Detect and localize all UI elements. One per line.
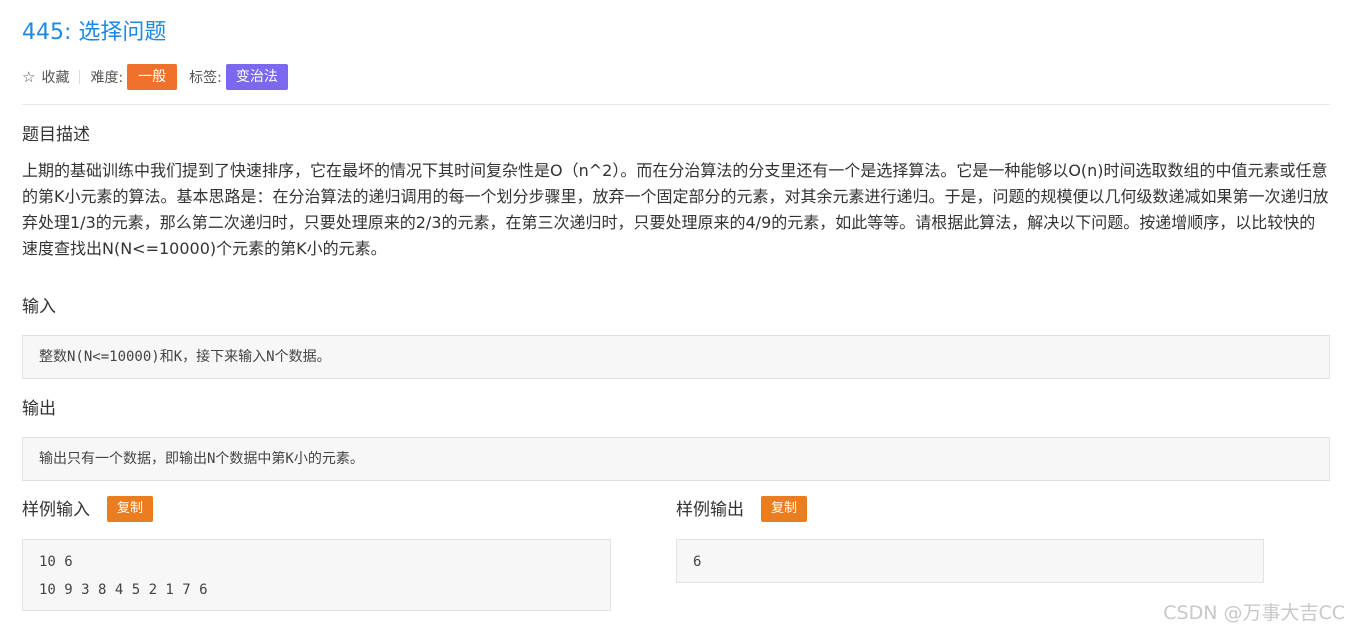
description-heading: 题目描述 [22,125,90,145]
description-text: 上期的基础训练中我们提到了快速排序，它在最坏的情况下其时间复杂性是O（n^2）。… [22,161,1329,258]
difficulty-badge: 一般 [127,64,178,90]
divider [79,70,81,84]
watermark: CSDN @万事大吉CC [1163,602,1345,624]
tags-label: 标签: [189,70,222,86]
output-box: 输出只有一个数据，即输出N个数据中第K小的元素。 [22,437,1330,481]
copy-sample-input-button[interactable]: 复制 [107,496,154,522]
output-text: 输出只有一个数据，即输出N个数据中第K小的元素。 [39,451,364,467]
problem-title: 445: 选择问题 [22,20,167,45]
star-icon[interactable]: ☆ [22,68,35,86]
sample-input-line: 10 6 [39,554,73,570]
problem-meta-bar: ☆ 收藏 难度: 一般 标签: 变治法 [22,64,288,90]
sample-output-box: 6 [676,539,1264,583]
sample-output-line: 6 [693,554,702,570]
sample-output-heading: 样例输出 [676,500,744,520]
copy-sample-output-button[interactable]: 复制 [761,496,808,522]
difficulty-label: 难度: [90,70,124,86]
input-box: 整数N(N<=10000)和K，接下来输入N个数据。 [22,335,1330,379]
input-heading: 输入 [22,297,56,317]
sample-input-line: 10 9 3 8 4 5 2 1 7 6 [39,582,208,598]
output-heading: 输出 [22,399,56,419]
tag-badge[interactable]: 变治法 [225,64,288,90]
favorite-button[interactable]: 收藏 [41,67,69,87]
sample-input-heading: 样例输入 [22,500,90,520]
sample-input-box: 10 6 10 9 3 8 4 5 2 1 7 6 [22,539,611,611]
input-text: 整数N(N<=10000)和K，接下来输入N个数据。 [39,349,331,365]
divider-line [22,104,1330,105]
